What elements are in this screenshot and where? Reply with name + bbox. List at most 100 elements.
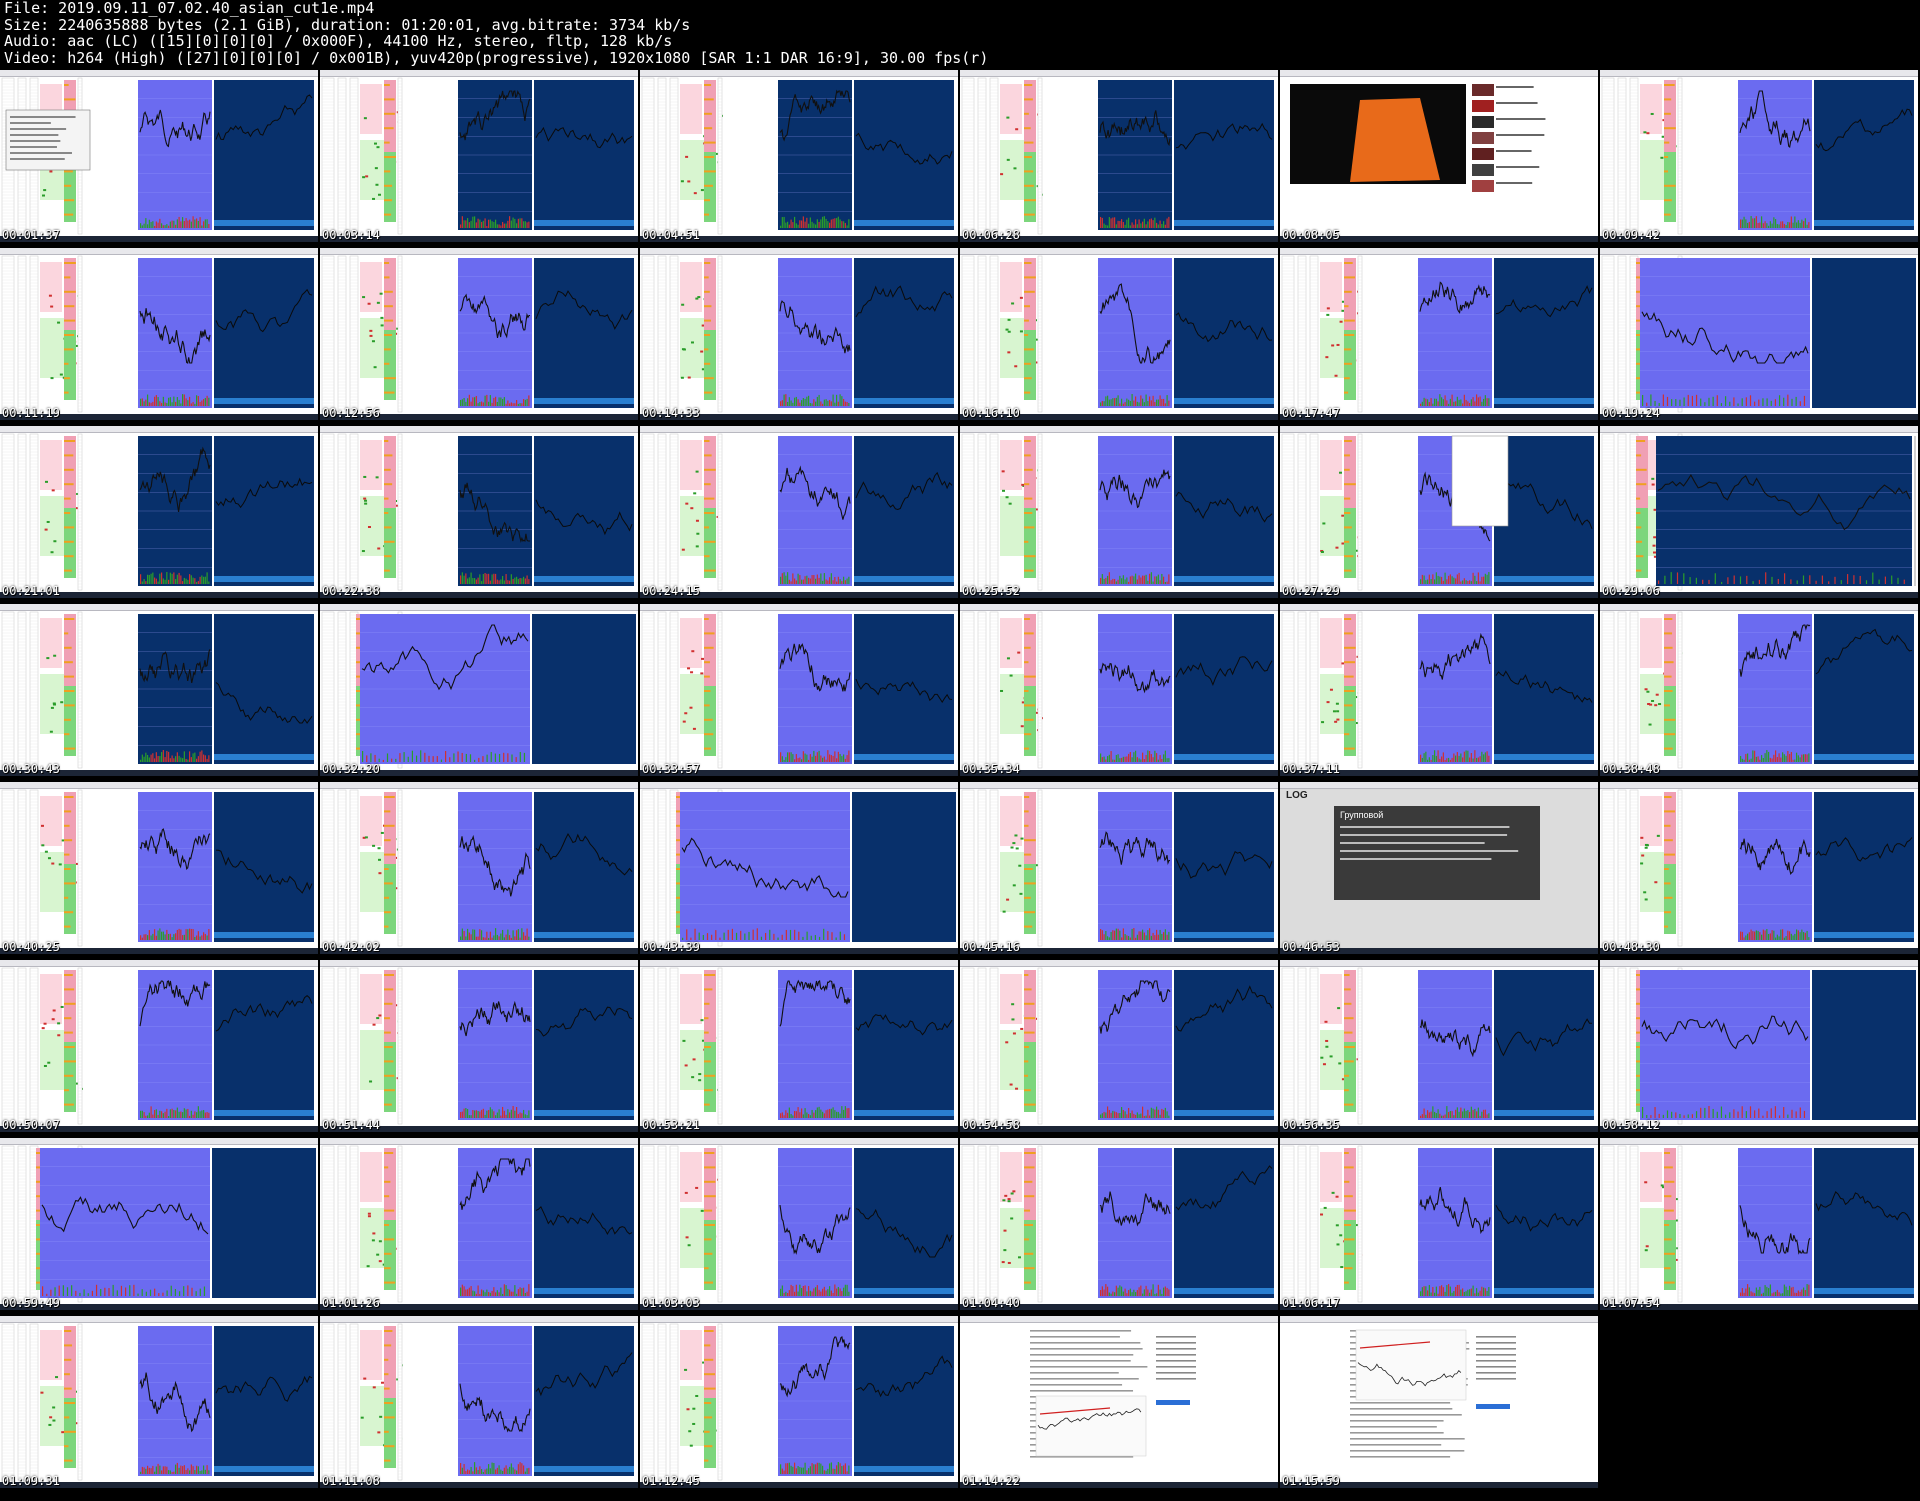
thumbnail-grid: 00:01:37 00:03:14 00:04:51 00:06:28 00:08:05… <box>0 70 1920 1501</box>
app-toolbar <box>960 960 1278 967</box>
video-thumbnail[interactable]: 00:21:01 <box>0 426 318 598</box>
thumbnail-image <box>321 1323 634 1481</box>
thumbnail-image <box>961 1145 1274 1303</box>
video-thumbnail[interactable]: LOG Групповой 00:46:53 <box>1280 782 1598 954</box>
thumbnail-timestamp: 00:08:05 <box>1282 228 1340 242</box>
app-toolbar <box>960 248 1278 255</box>
thumbnail-image <box>1 1323 314 1481</box>
video-thumbnail[interactable]: 00:32:20 <box>320 604 638 776</box>
app-toolbar <box>640 248 958 255</box>
app-toolbar <box>0 1138 318 1145</box>
thumbnail-timestamp: 00:14:33 <box>642 406 700 420</box>
thumbnail-timestamp: 01:06:17 <box>1282 1296 1340 1310</box>
video-thumbnail[interactable]: 00:09:42 <box>1600 70 1918 242</box>
video-thumbnail[interactable]: 00:17:47 <box>1280 248 1598 420</box>
video-thumbnail[interactable]: 00:58:12 <box>1600 960 1918 1132</box>
app-toolbar <box>960 70 1278 77</box>
video-thumbnail[interactable]: 00:22:38 <box>320 426 638 598</box>
video-thumbnail[interactable]: 00:33:57 <box>640 604 958 776</box>
thumbnail-image <box>321 1145 634 1303</box>
video-thumbnail[interactable]: 00:59:49 <box>0 1138 318 1310</box>
thumbnail-image <box>1281 967 1594 1125</box>
thumbnail-timestamp: 00:04:51 <box>642 228 700 242</box>
app-toolbar <box>320 248 638 255</box>
video-thumbnail[interactable]: 00:24:15 <box>640 426 958 598</box>
video-thumbnail[interactable]: 00:06:28 <box>960 70 1278 242</box>
thumbnail-image <box>1 255 314 413</box>
thumbnail-image <box>961 433 1274 591</box>
video-thumbnail[interactable]: 00:42:02 <box>320 782 638 954</box>
video-thumbnail[interactable]: 00:38:48 <box>1600 604 1918 776</box>
video-thumbnail[interactable]: 00:50:07 <box>0 960 318 1132</box>
thumbnail-timestamp: 01:11:08 <box>322 1474 380 1488</box>
video-thumbnail[interactable]: 01:11:08 <box>320 1316 638 1488</box>
thumbnail-image <box>1601 255 1916 413</box>
video-thumbnail[interactable]: 00:27:29 <box>1280 426 1598 598</box>
app-toolbar <box>0 426 318 433</box>
app-toolbar <box>640 1316 958 1323</box>
file-size-line: Size: 2240635888 bytes (2.1 GiB), durati… <box>4 15 691 34</box>
video-thumbnail[interactable]: 01:04:40 <box>960 1138 1278 1310</box>
thumbnail-image <box>321 967 634 1125</box>
app-toolbar <box>1600 248 1918 255</box>
video-thumbnail[interactable]: 00:25:52 <box>960 426 1278 598</box>
video-thumbnail[interactable]: 01:03:03 <box>640 1138 958 1310</box>
video-thumbnail[interactable]: 00:14:33 <box>640 248 958 420</box>
video-thumbnail[interactable]: 00:04:51 <box>640 70 958 242</box>
video-thumbnail[interactable]: 00:29:06 <box>1600 426 1918 598</box>
video-thumbnail[interactable]: 01:15:59 <box>1280 1316 1598 1488</box>
thumbnail-timestamp: 00:40:25 <box>2 940 60 954</box>
video-thumbnail[interactable]: 00:48:30 <box>1600 782 1918 954</box>
app-toolbar <box>0 782 318 789</box>
thumbnail-image <box>1601 1145 1914 1303</box>
thumbnail-timestamp: 00:46:53 <box>1282 940 1340 954</box>
app-toolbar <box>0 604 318 611</box>
video-thumbnail[interactable]: 00:40:25 <box>0 782 318 954</box>
thumbnail-timestamp: 00:17:47 <box>1282 406 1340 420</box>
thumbnail-image <box>321 611 636 769</box>
thumbnail-image <box>1601 967 1916 1125</box>
video-thumbnail[interactable]: 00:54:58 <box>960 960 1278 1132</box>
thumbnail-timestamp: 00:56:35 <box>1282 1118 1340 1132</box>
video-thumbnail[interactable]: 00:12:56 <box>320 248 638 420</box>
video-thumbnail[interactable]: 00:08:05 <box>1280 70 1598 242</box>
thumbnail-timestamp: 00:01:37 <box>2 228 60 242</box>
thumbnail-timestamp: 00:48:30 <box>1602 940 1660 954</box>
video-thumbnail[interactable]: 00:35:34 <box>960 604 1278 776</box>
video-thumbnail[interactable]: 01:06:17 <box>1280 1138 1598 1310</box>
app-toolbar <box>640 70 958 77</box>
video-thumbnail[interactable]: 00:30:43 <box>0 604 318 776</box>
thumbnail-image <box>1281 255 1594 413</box>
app-toolbar <box>960 1138 1278 1145</box>
video-thumbnail[interactable]: 00:53:21 <box>640 960 958 1132</box>
thumbnail-timestamp: 00:32:20 <box>322 762 380 776</box>
video-thumbnail[interactable]: 01:07:54 <box>1600 1138 1918 1310</box>
video-thumbnail[interactable]: 00:56:35 <box>1280 960 1598 1132</box>
thumbnail-image <box>1 77 314 235</box>
thumbnail-timestamp: 01:03:03 <box>642 1296 700 1310</box>
video-thumbnail[interactable]: 01:12:45 <box>640 1316 958 1488</box>
video-thumbnail[interactable]: 00:16:10 <box>960 248 1278 420</box>
video-thumbnail[interactable]: 01:14:22 <box>960 1316 1278 1488</box>
video-thumbnail[interactable]: 00:11:19 <box>0 248 318 420</box>
thumbnail-image <box>321 789 634 947</box>
app-toolbar <box>960 782 1278 789</box>
video-thumbnail[interactable]: 00:43:39 <box>640 782 958 954</box>
video-thumbnail[interactable]: 00:45:16 <box>960 782 1278 954</box>
app-toolbar <box>1280 70 1598 77</box>
video-thumbnail[interactable]: 01:01:26 <box>320 1138 638 1310</box>
video-thumbnail[interactable]: 00:37:11 <box>1280 604 1598 776</box>
video-thumbnail[interactable]: 00:51:44 <box>320 960 638 1132</box>
video-thumbnail[interactable]: 00:03:14 <box>320 70 638 242</box>
thumbnail-timestamp: 00:27:29 <box>1282 584 1340 598</box>
video-thumbnail[interactable]: 00:01:37 <box>0 70 318 242</box>
app-toolbar <box>0 1316 318 1323</box>
thumbnail-timestamp: 00:06:28 <box>962 228 1020 242</box>
thumbnail-image <box>1601 433 1916 591</box>
video-thumbnail[interactable]: 00:19:24 <box>1600 248 1918 420</box>
thumbnail-timestamp: 00:25:52 <box>962 584 1020 598</box>
thumbnail-timestamp: 00:12:56 <box>322 406 380 420</box>
app-toolbar <box>1280 1138 1598 1145</box>
thumbnail-image <box>961 967 1274 1125</box>
video-thumbnail[interactable]: 01:09:31 <box>0 1316 318 1488</box>
